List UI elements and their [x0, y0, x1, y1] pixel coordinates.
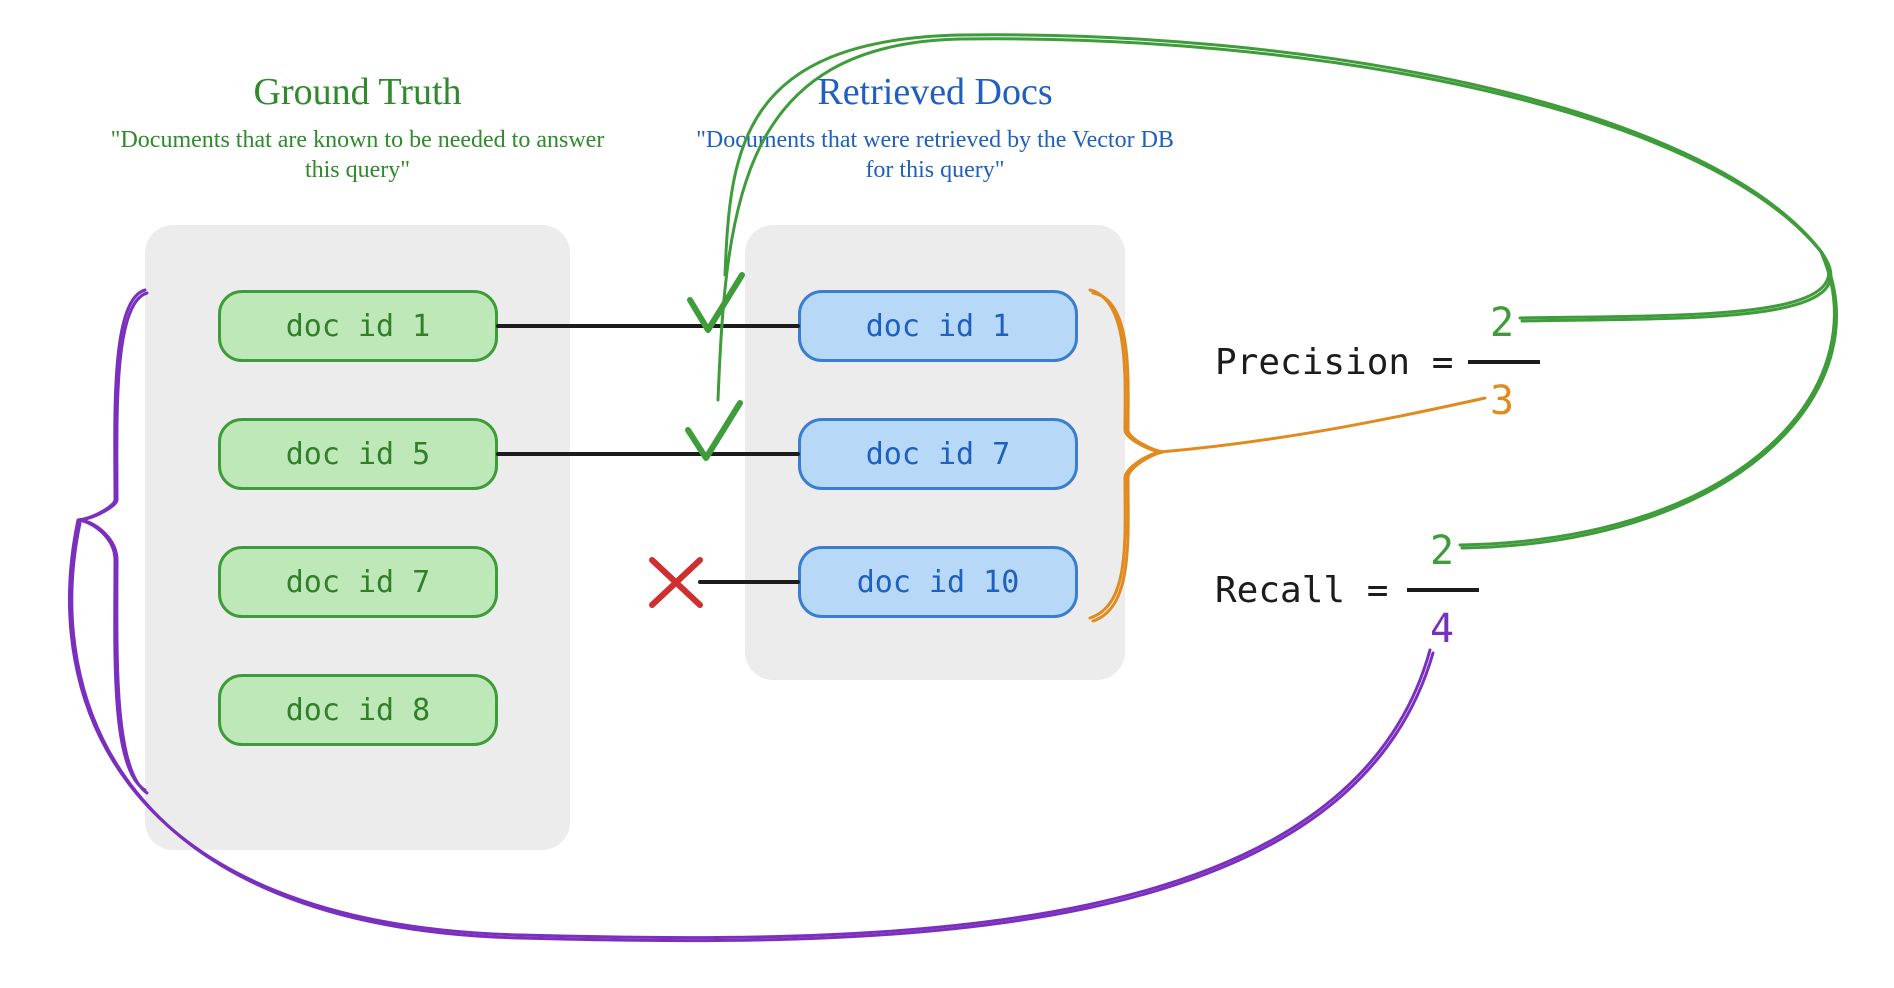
gt-doc-4: doc id 8 [218, 674, 498, 746]
retrieved-title: Retrieved Docs [745, 70, 1125, 114]
recall-label: Recall = [1215, 570, 1388, 611]
rt-doc-2: doc id 7 [798, 418, 1078, 490]
precision-label: Precision = [1215, 342, 1453, 383]
gt-doc-1: doc id 1 [218, 290, 498, 362]
cross-icon [652, 560, 700, 605]
recall-denominator: 4 [1430, 606, 1454, 652]
ground-truth-subtitle: "Documents that are known to be needed t… [95, 125, 620, 185]
gt-doc-3: doc id 7 [218, 546, 498, 618]
checkmark-icon [688, 403, 740, 458]
precision-fraction-bar [1468, 360, 1540, 364]
gt-doc-2: doc id 5 [218, 418, 498, 490]
retrieved-subtitle: "Documents that were retrieved by the Ve… [695, 125, 1175, 185]
connector-correct-to-recall-numerator [1460, 250, 1837, 548]
precision-denominator: 3 [1490, 378, 1514, 424]
precision-numerator: 2 [1490, 300, 1514, 346]
ground-truth-title: Ground Truth [145, 70, 570, 114]
rt-doc-3: doc id 10 [798, 546, 1078, 618]
rt-doc-1: doc id 1 [798, 290, 1078, 362]
recall-fraction-bar [1407, 588, 1479, 592]
checkmark-icon [690, 275, 742, 330]
connector-precision-denominator [1160, 398, 1485, 452]
brace-ground-truth [78, 290, 147, 793]
recall-numerator: 2 [1430, 528, 1454, 574]
diagram-stage: Ground Truth Retrieved Docs "Documents t… [0, 0, 1894, 988]
